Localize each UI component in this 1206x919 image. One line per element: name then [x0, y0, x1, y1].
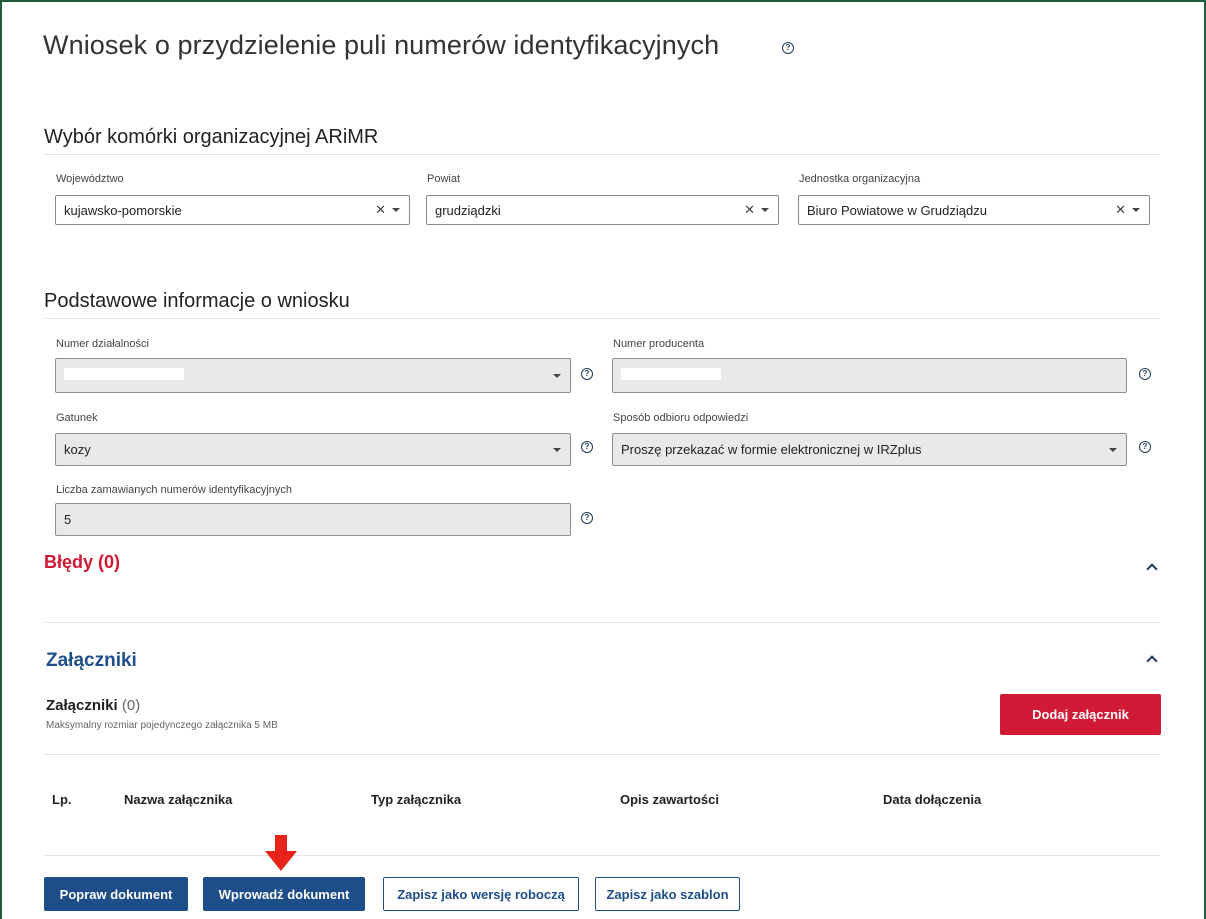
- attachments-size-note: Maksymalny rozmiar pojedynczego załączni…: [46, 720, 278, 731]
- help-icon[interactable]: ?: [581, 441, 593, 453]
- producer-number-value: [621, 368, 1126, 383]
- column-header-description: Opis zawartości: [620, 792, 719, 807]
- chevron-down-icon[interactable]: [392, 208, 400, 212]
- county-select[interactable]: grudziądzki ✕: [426, 195, 779, 225]
- county-label: Powiat: [427, 173, 461, 185]
- producer-number-input[interactable]: [612, 358, 1127, 393]
- activity-number-select[interactable]: [55, 358, 571, 393]
- chevron-down-icon[interactable]: [553, 373, 561, 378]
- chevron-down-icon[interactable]: [761, 208, 769, 212]
- species-select[interactable]: kozy: [55, 433, 571, 466]
- clear-icon[interactable]: ✕: [1115, 202, 1126, 218]
- attachments-subtitle-label: Załączniki: [46, 697, 118, 714]
- org-unit-label: Jednostka organizacyjna: [799, 173, 921, 185]
- county-value: grudziądzki: [435, 202, 501, 218]
- help-icon[interactable]: ?: [581, 512, 593, 524]
- attachments-subtitle: Załączniki (0): [46, 697, 140, 714]
- help-icon[interactable]: ?: [1139, 441, 1151, 453]
- submit-document-button[interactable]: Wprowadź dokument: [203, 877, 365, 911]
- column-header-lp: Lp.: [52, 792, 72, 807]
- response-method-value: Proszę przekazać w formie elektronicznej…: [621, 442, 922, 457]
- quantity-value: 5: [64, 512, 72, 527]
- attachments-count: (0): [121, 697, 141, 714]
- divider: [44, 855, 1160, 856]
- species-label: Gatunek: [56, 412, 98, 424]
- org-unit-value: Biuro Powiatowe w Grudziądzu: [807, 202, 987, 218]
- help-icon[interactable]: ?: [782, 42, 794, 54]
- org-unit-select[interactable]: Biuro Powiatowe w Grudziądzu ✕: [798, 195, 1150, 225]
- add-attachment-button[interactable]: Dodaj załącznik: [1000, 694, 1161, 735]
- voivodeship-select[interactable]: kujawsko-pomorskie ✕: [55, 195, 410, 225]
- section-title-org: Wybór komórki organizacyjnej ARiMR: [44, 126, 379, 148]
- help-icon[interactable]: ?: [581, 368, 593, 380]
- divider: [44, 318, 1160, 319]
- column-header-date: Data dołączenia: [883, 792, 982, 807]
- column-header-type: Typ załącznika: [371, 792, 462, 807]
- section-title-basic: Podstawowe informacje o wniosku: [44, 290, 350, 312]
- clear-icon[interactable]: ✕: [375, 202, 386, 218]
- help-icon[interactable]: ?: [1139, 368, 1151, 380]
- save-draft-button[interactable]: Zapisz jako wersję roboczą: [383, 877, 579, 911]
- page-title: Wniosek o przydzielenie puli numerów ide…: [43, 30, 720, 60]
- response-method-label: Sposób odbioru odpowiedzi: [613, 412, 749, 424]
- redacted-value: [64, 368, 184, 380]
- save-template-button[interactable]: Zapisz jako szablon: [595, 877, 740, 911]
- errors-toggle[interactable]: Błędy (0): [44, 552, 120, 573]
- quantity-label: Liczba zamawianych numerów identyfikacyj…: [56, 484, 292, 496]
- response-method-select[interactable]: Proszę przekazać w formie elektronicznej…: [612, 433, 1127, 466]
- divider: [44, 754, 1160, 755]
- correct-document-button[interactable]: Popraw dokument: [44, 877, 188, 911]
- activity-number-value: [64, 368, 550, 383]
- chevron-down-icon[interactable]: [1109, 447, 1117, 452]
- activity-number-label: Numer działalności: [56, 338, 149, 350]
- divider: [44, 154, 1160, 155]
- voivodeship-value: kujawsko-pomorskie: [64, 202, 182, 218]
- redacted-value: [621, 368, 721, 380]
- attachments-toggle[interactable]: Załączniki: [46, 650, 137, 672]
- column-header-name: Nazwa załącznika: [124, 792, 233, 807]
- species-value: kozy: [64, 442, 91, 457]
- arrow-down-icon: [265, 835, 297, 871]
- chevron-down-icon[interactable]: [553, 447, 561, 452]
- producer-number-label: Numer producenta: [613, 338, 705, 350]
- voivodeship-label: Województwo: [56, 173, 124, 185]
- clear-icon[interactable]: ✕: [744, 202, 755, 218]
- chevron-down-icon[interactable]: [1132, 208, 1140, 212]
- divider: [44, 622, 1160, 623]
- quantity-input[interactable]: 5: [55, 503, 571, 536]
